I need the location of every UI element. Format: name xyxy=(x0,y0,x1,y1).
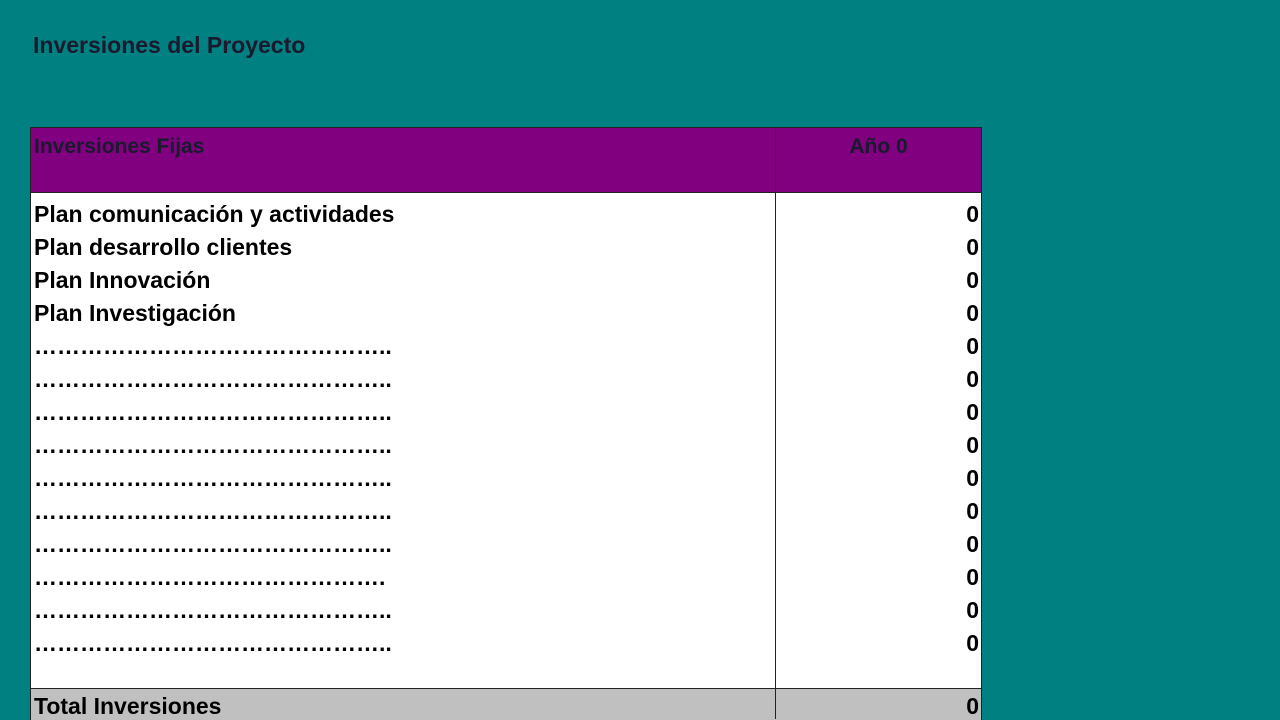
row-value: 0 xyxy=(966,234,979,260)
row-label: Plan Investigación xyxy=(34,300,236,326)
row-label: ………………………………………. xyxy=(34,564,386,590)
total-row: Total Inversiones 0 xyxy=(31,688,981,720)
table-row: Plan Investigación 0 xyxy=(31,296,981,329)
investments-table: Inversiones Fijas Año 0 Plan comunicació… xyxy=(30,127,982,720)
column-divider xyxy=(775,128,776,719)
row-value: 0 xyxy=(966,498,979,524)
row-label: ……………………………………….. xyxy=(34,498,392,524)
row-label: Plan Innovación xyxy=(34,267,211,293)
row-value: 0 xyxy=(966,366,979,392)
header-label: Inversiones Fijas xyxy=(34,135,205,158)
table-row: ……………………………………….. 0 xyxy=(31,494,981,527)
row-label: ……………………………………….. xyxy=(34,399,392,425)
row-label: ……………………………………….. xyxy=(34,366,392,392)
row-value: 0 xyxy=(966,399,979,425)
table-row: ……………………………………….. 0 xyxy=(31,461,981,494)
row-label: ……………………………………….. xyxy=(34,597,392,623)
table-row: Plan Innovación 0 xyxy=(31,263,981,296)
slide: Inversiones del Proyecto Inversiones Fij… xyxy=(0,0,1280,720)
row-value: 0 xyxy=(966,531,979,557)
row-value: 0 xyxy=(966,432,979,458)
table-row: ………………………………………. 0 xyxy=(31,560,981,593)
row-label: ……………………………………….. xyxy=(34,531,392,557)
table-row: ……………………………………….. 0 xyxy=(31,428,981,461)
page-title: Inversiones del Proyecto xyxy=(33,32,306,58)
table-row: Plan desarrollo clientes 0 xyxy=(31,230,981,263)
row-value: 0 xyxy=(966,333,979,359)
total-value: 0 xyxy=(966,693,979,719)
row-value: 0 xyxy=(966,267,979,293)
table-row: ……………………………………….. 0 xyxy=(31,329,981,362)
header-year: Año 0 xyxy=(849,135,908,158)
row-value: 0 xyxy=(966,201,979,227)
row-label: ……………………………………….. xyxy=(34,465,392,491)
row-label: ……………………………………….. xyxy=(34,630,392,656)
row-label: ……………………………………….. xyxy=(34,432,392,458)
row-value: 0 xyxy=(966,597,979,623)
table-row: ……………………………………….. 0 xyxy=(31,593,981,626)
table-row: ……………………………………….. 0 xyxy=(31,362,981,395)
total-label: Total Inversiones xyxy=(34,693,222,719)
table-row: ……………………………………….. 0 xyxy=(31,527,981,560)
table-row: Plan comunicación y actividades 0 xyxy=(31,197,981,230)
row-label: Plan comunicación y actividades xyxy=(34,201,395,227)
table-row: ……………………………………….. 0 xyxy=(31,395,981,428)
row-value: 0 xyxy=(966,300,979,326)
row-value: 0 xyxy=(966,564,979,590)
table-body: Plan comunicación y actividades 0 Plan d… xyxy=(31,193,981,688)
row-label: ……………………………………….. xyxy=(34,333,392,359)
table-header: Inversiones Fijas Año 0 xyxy=(31,128,981,193)
row-value: 0 xyxy=(966,465,979,491)
row-value: 0 xyxy=(966,630,979,656)
row-label: Plan desarrollo clientes xyxy=(34,234,293,260)
table-row: ……………………………………….. 0 xyxy=(31,626,981,659)
